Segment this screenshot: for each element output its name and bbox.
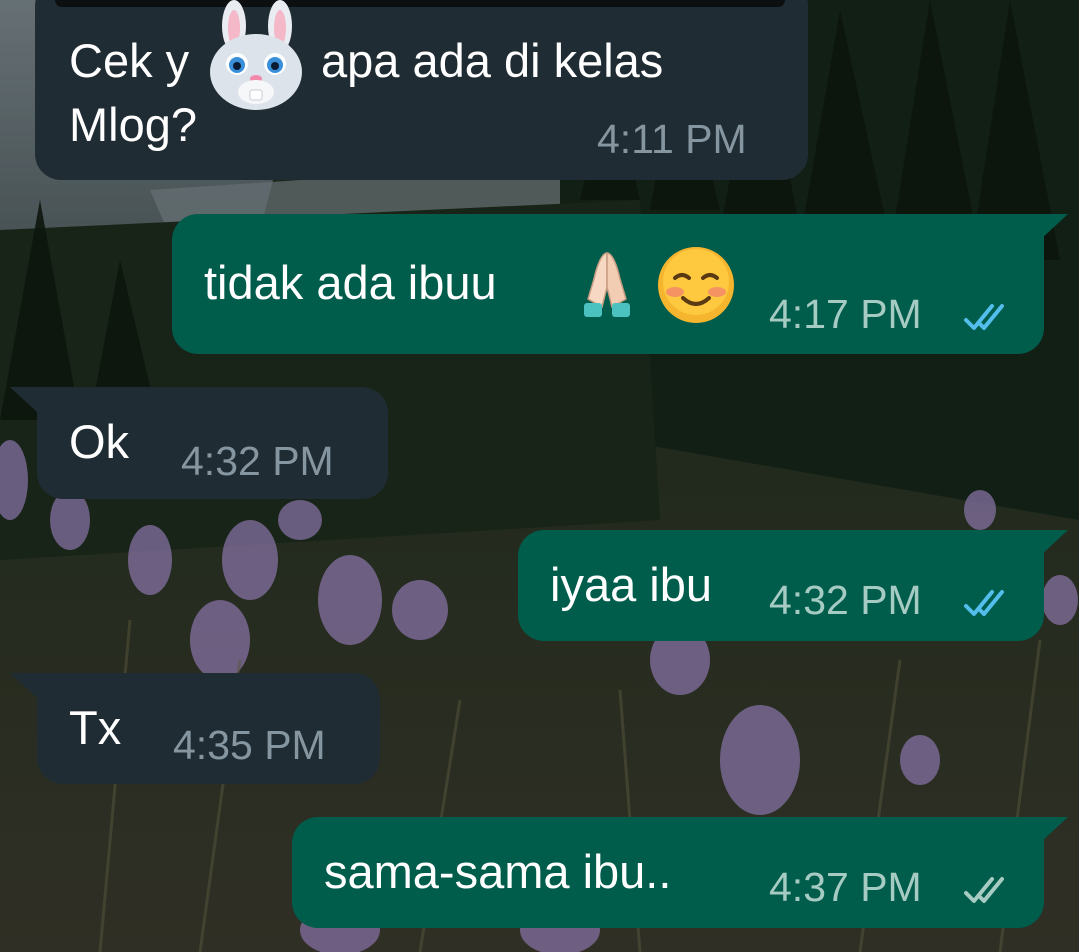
message-text: tidak ada ibuu — [204, 256, 497, 309]
message-bubble-outgoing[interactable]: iyaa ibu 4:32 PM — [518, 530, 1044, 641]
message-text: Cek y — [69, 34, 190, 87]
message-text: Tx — [69, 701, 122, 754]
message-text: sama-sama ibu.. — [324, 845, 672, 898]
double-check-icon — [964, 877, 1004, 903]
message-bubble-outgoing[interactable]: sama-sama ibu.. 4:37 PM — [292, 817, 1044, 928]
message-bubble-incoming[interactable]: Ok 4:32 PM — [37, 387, 388, 499]
bubble-tail — [1040, 214, 1068, 240]
message-text: apa ada di kelas — [321, 34, 664, 87]
message-text: Ok — [69, 415, 130, 468]
bubble-tail — [10, 673, 38, 699]
message-text: iyaa ibu — [550, 558, 712, 611]
bubble-tail — [10, 387, 38, 413]
previous-message-edge — [55, 0, 785, 7]
message-time: 4:37 PM — [769, 864, 922, 910]
message-time: 4:32 PM — [769, 577, 922, 623]
message-bubble-incoming[interactable]: Tx 4:35 PM — [37, 673, 380, 784]
double-check-icon — [964, 590, 1004, 616]
smiling-blush-face-emoji — [658, 247, 734, 323]
message-time: 4:17 PM — [769, 291, 922, 337]
folded-hands-emoji — [584, 252, 630, 317]
message-text: Mlog? — [69, 98, 198, 151]
double-check-icon — [964, 304, 1004, 330]
message-time: 4:35 PM — [173, 722, 326, 768]
bunny-face-emoji — [210, 0, 302, 110]
bubble-tail — [1040, 530, 1068, 556]
message-time: 4:11 PM — [597, 116, 747, 162]
message-bubble-incoming[interactable]: Cek y apa ada di kelas Mlog? 4:11 PM — [35, 0, 808, 180]
message-time: 4:32 PM — [181, 438, 334, 484]
bubble-tail — [1040, 817, 1068, 843]
